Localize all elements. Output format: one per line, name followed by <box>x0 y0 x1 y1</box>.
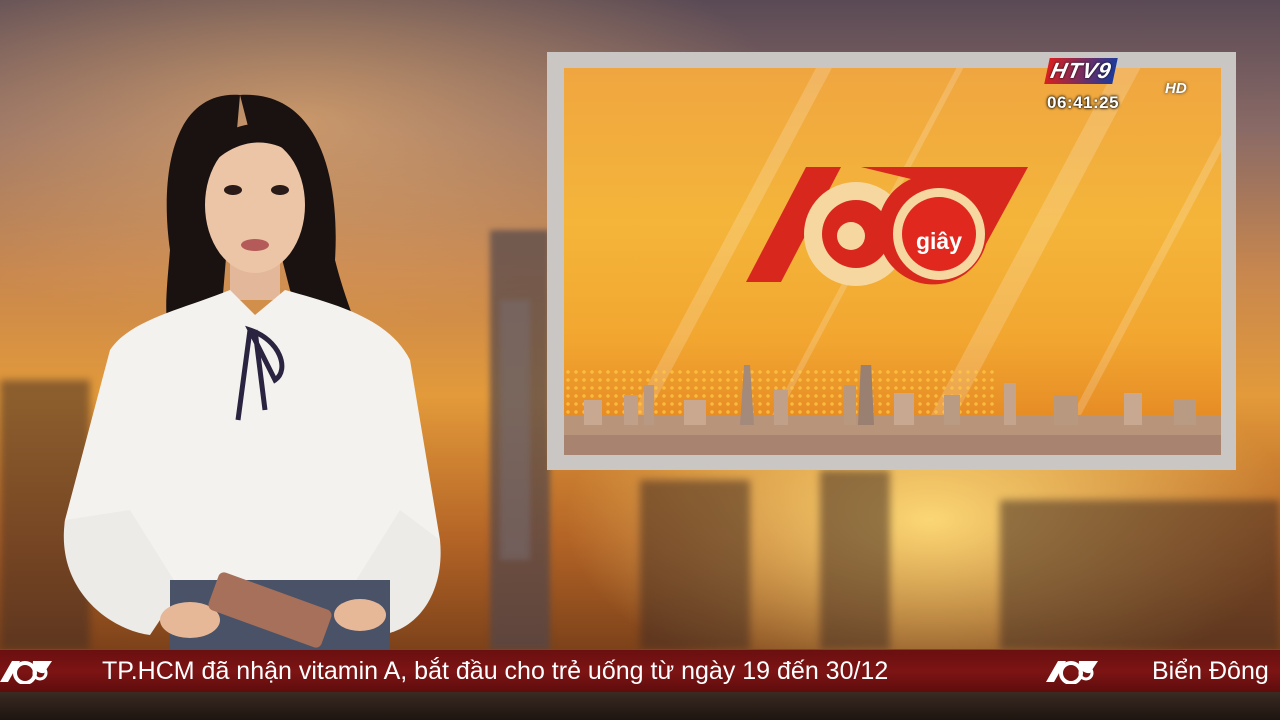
city-skyline <box>564 365 1221 455</box>
background-tower-detail <box>500 300 530 560</box>
ticker-headline: TP.HCM đã nhận vitamin A, bắt đầu cho tr… <box>102 657 889 685</box>
broadcast-clock: 06:41:25 <box>1047 93 1120 112</box>
ticker-next-headline: Biển Đông <box>1152 657 1269 685</box>
sixty-logo-icon <box>0 661 52 684</box>
sixty-logo-icon <box>1046 661 1098 684</box>
channel-logo: HTV9 <box>1044 58 1119 84</box>
news-presenter <box>63 94 441 720</box>
studio-screen: giây <box>564 68 1221 455</box>
hd-badge: HD <box>1165 80 1187 97</box>
background-building <box>1000 500 1280 650</box>
sixty-logo-icon <box>746 167 1028 286</box>
channel-branding: HTV9 HD 06:41:25 <box>1044 58 1207 118</box>
program-logo-word: giây <box>915 228 963 254</box>
news-ticker: TP.HCM đã nhận vitamin A, bắt đầu cho tr… <box>0 649 1280 693</box>
background-building <box>640 480 750 650</box>
ticker-lower-band <box>0 692 1280 720</box>
background-building <box>820 470 890 650</box>
